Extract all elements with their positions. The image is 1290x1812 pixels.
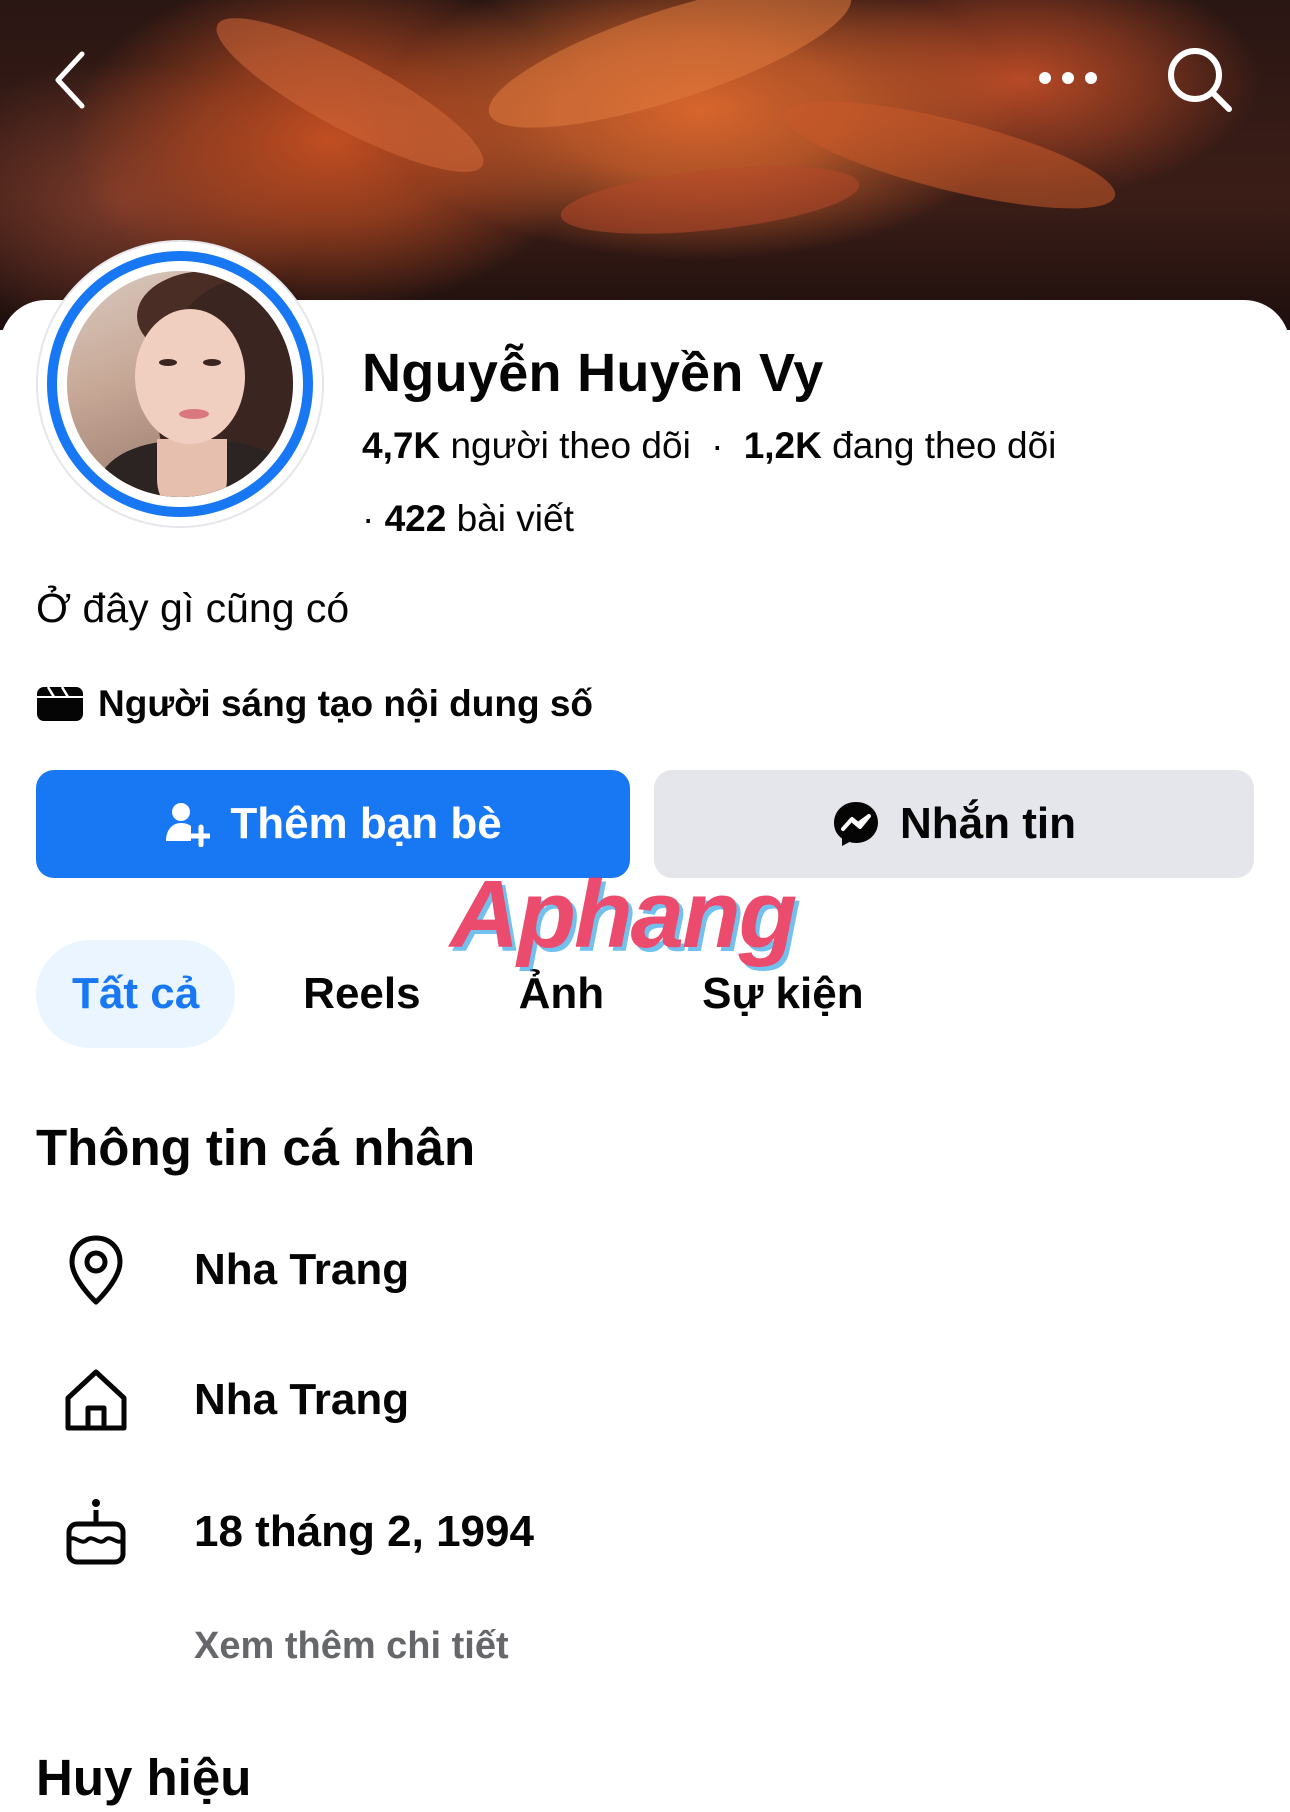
clapperboard-icon [37, 686, 83, 721]
more-options-button[interactable] [1025, 55, 1110, 100]
following-label[interactable]: đang theo dõi [832, 425, 1056, 466]
dot-separator: · [711, 425, 724, 466]
followers-label[interactable]: người theo dõi [450, 425, 690, 466]
search-button[interactable] [1160, 40, 1240, 120]
ellipsis-icon [1038, 71, 1097, 84]
profile-name: Nguyễn Huyền Vy [362, 343, 824, 403]
add-friend-label: Thêm bạn bè [230, 799, 502, 848]
posts-label: bài viết [456, 498, 574, 539]
bio-text: Ở đây gì cũng có [36, 585, 350, 631]
following-count[interactable]: 1,2K [744, 425, 822, 466]
back-button[interactable] [40, 40, 100, 120]
dot-separator: · [362, 498, 375, 539]
tab-reels[interactable]: Reels [273, 940, 450, 1048]
search-icon [1168, 48, 1232, 112]
messenger-icon [834, 802, 878, 846]
follow-stats: 4,7K người theo dõi · 1,2K đang theo dõi [362, 425, 1056, 467]
cover-petal [776, 79, 1124, 231]
followers-count[interactable]: 4,7K [362, 425, 440, 466]
cover-petal [557, 154, 863, 246]
birthday-cake-icon [56, 1492, 136, 1572]
hometown-text[interactable]: Nha Trang [194, 1375, 409, 1425]
info-row-hometown: Nha Trang [56, 1355, 409, 1445]
add-user-icon [166, 803, 211, 847]
cover-petal [201, 0, 499, 197]
category-label: Người sáng tạo nội dung số [98, 683, 594, 724]
section-title-personal-info: Thông tin cá nhân [36, 1119, 476, 1176]
avatar[interactable] [36, 240, 324, 528]
location-text[interactable]: Nha Trang [194, 1245, 409, 1295]
creator-category: Người sáng tạo nội dung số [36, 683, 593, 725]
section-title-badges: Huy hiệu [36, 1749, 252, 1806]
watermark-logo: Aphang [450, 861, 797, 968]
birthday-text: 18 tháng 2, 1994 [194, 1507, 534, 1556]
info-row-location: Nha Trang [56, 1225, 409, 1315]
post-stats: · 422 bài viết [362, 498, 574, 540]
info-row-birthday: 18 tháng 2, 1994 [56, 1487, 534, 1577]
tab-all[interactable]: Tất cả [36, 940, 236, 1048]
story-ring [47, 251, 313, 517]
profile-photo [67, 271, 293, 497]
message-label: Nhắn tin [900, 799, 1076, 848]
chevron-left-icon [55, 51, 85, 109]
location-pin-icon [56, 1230, 136, 1310]
home-icon [56, 1360, 136, 1440]
posts-count: 422 [384, 498, 447, 539]
see-more-details-link[interactable]: Xem thêm chi tiết [194, 1625, 509, 1668]
